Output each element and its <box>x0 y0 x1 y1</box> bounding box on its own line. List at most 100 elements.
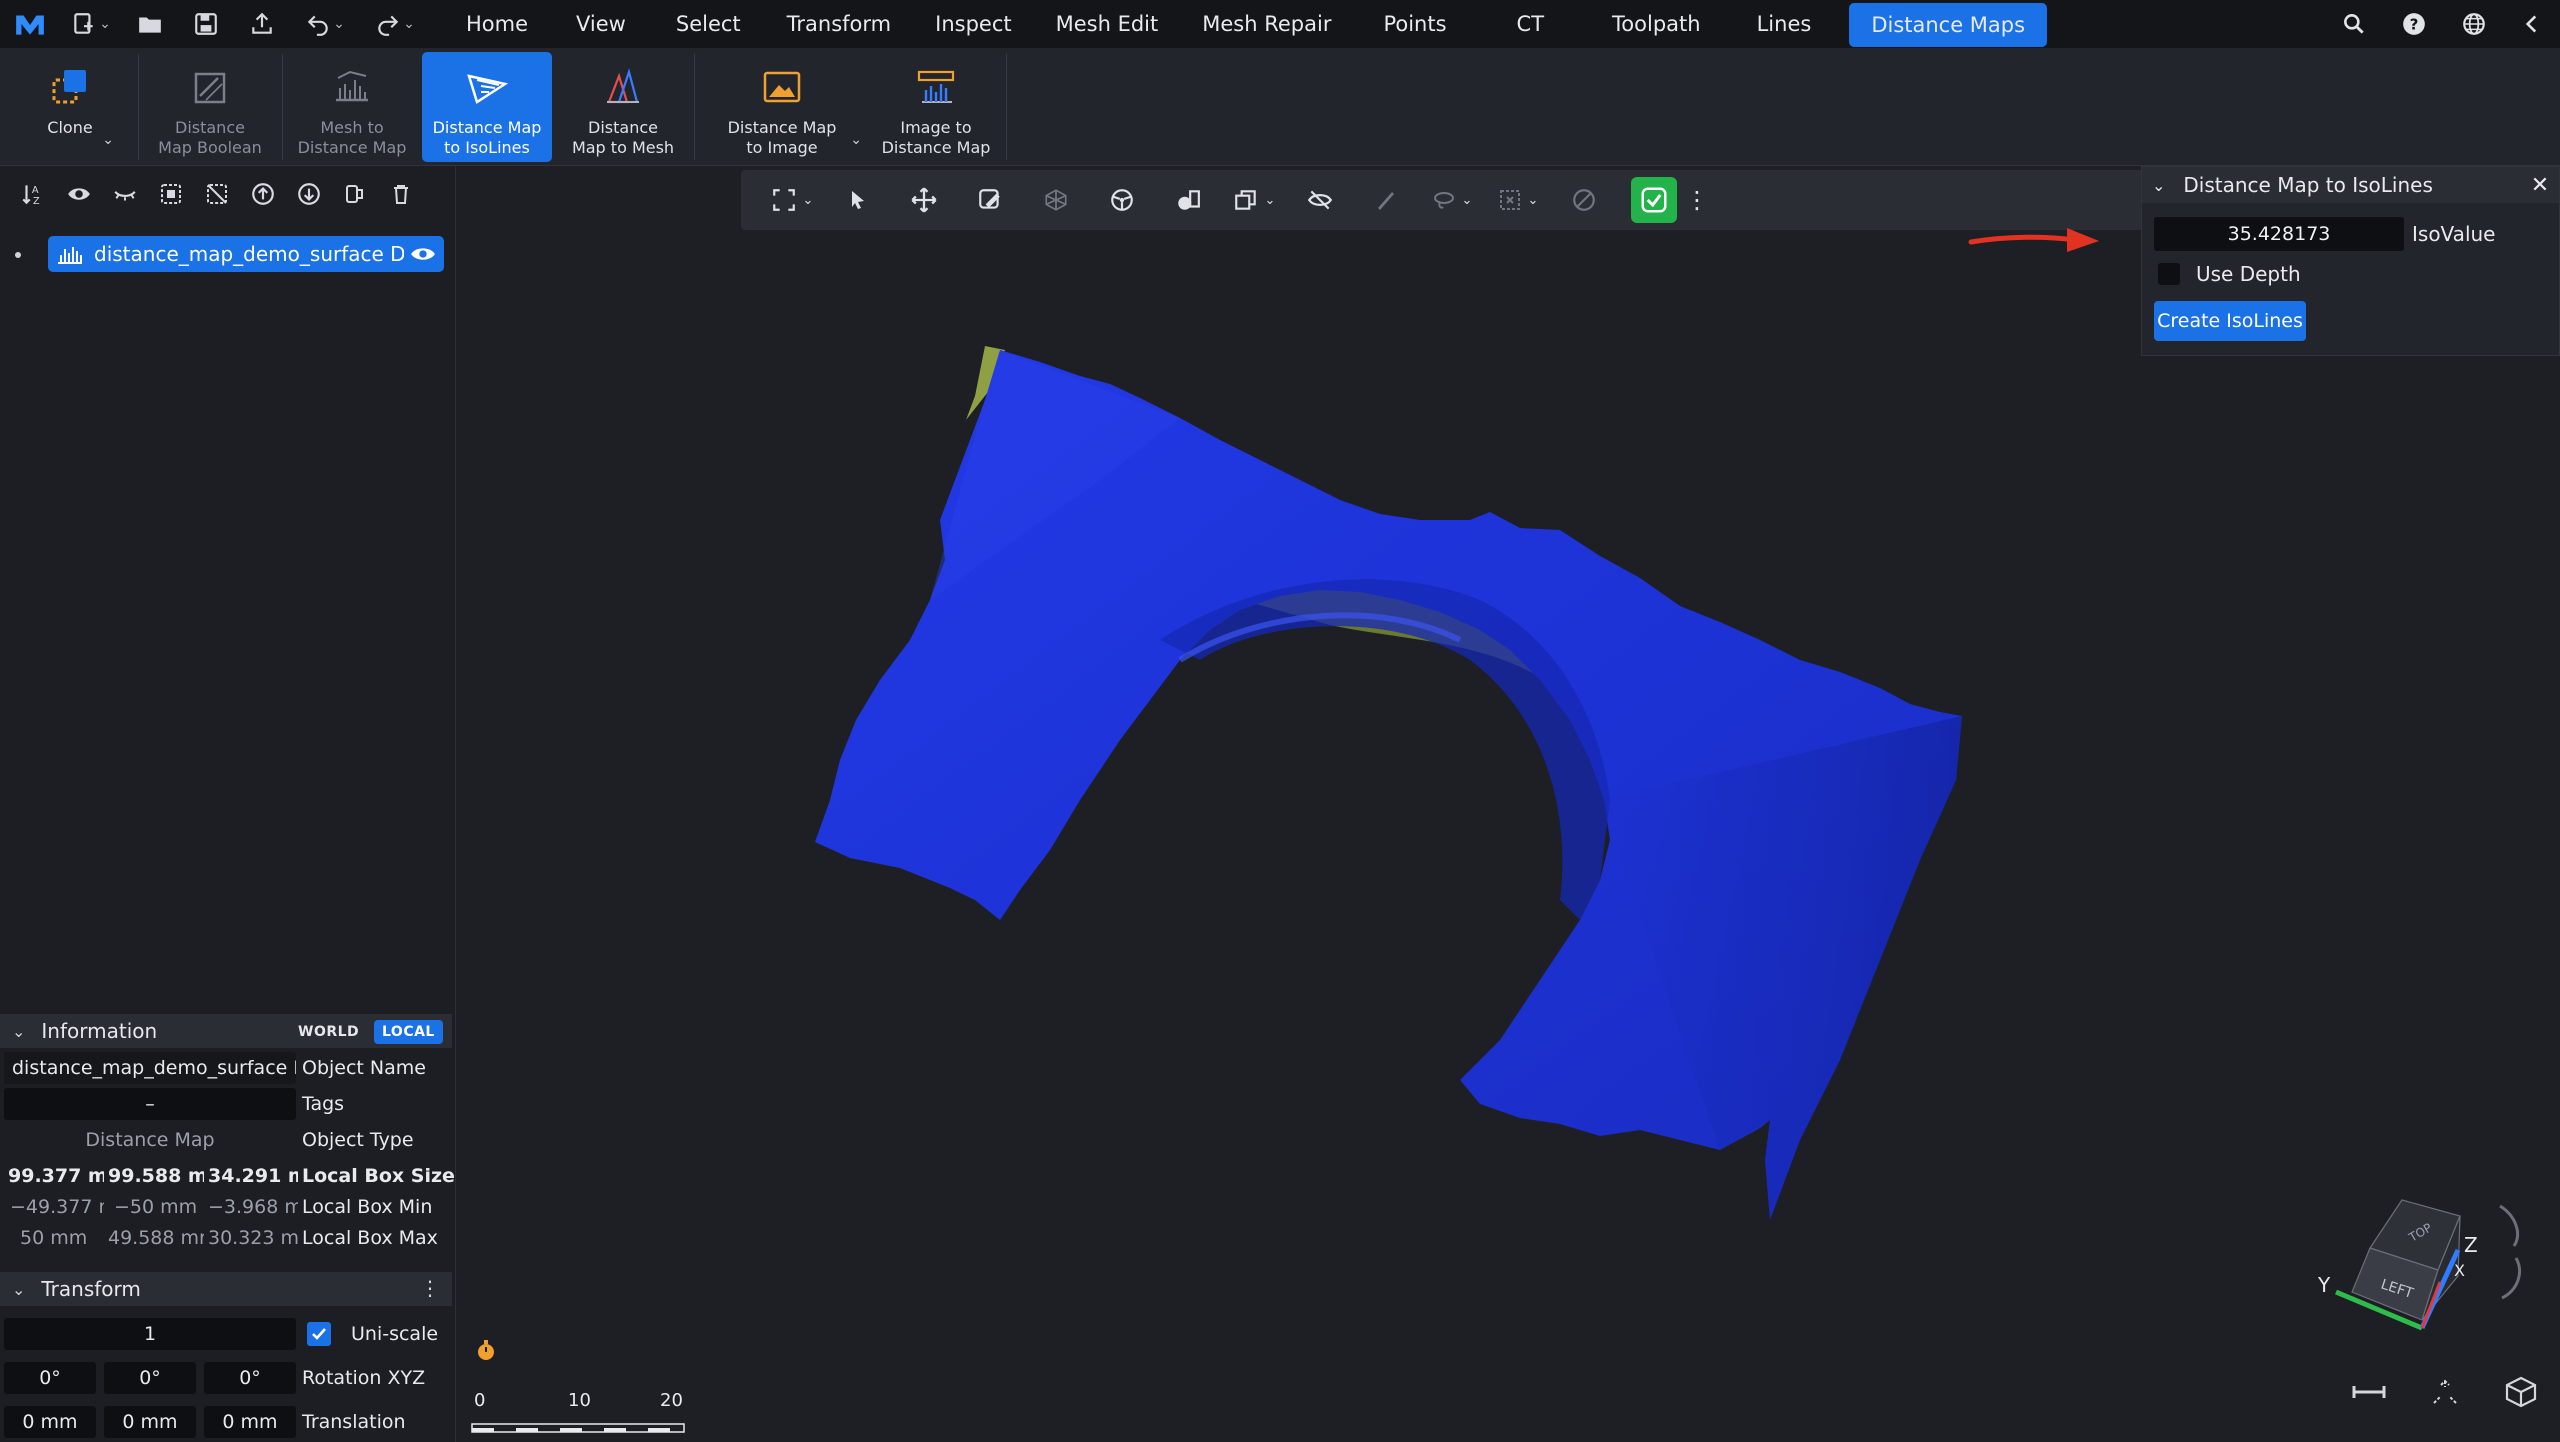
ruler-toggle-icon[interactable] <box>2352 1382 2386 1402</box>
duplicate-icon[interactable] <box>332 166 378 222</box>
use-depth-label: Use Depth <box>2196 262 2301 286</box>
ribbon-toolbar: Clone ⌄ Distance Map Boolean Mesh to Dis… <box>0 48 2560 166</box>
scene-tree-item[interactable]: distance_map_demo_surface Dist <box>48 236 444 272</box>
close-icon[interactable]: ✕ <box>2527 171 2553 199</box>
menu-right-group: ? <box>2324 0 2560 48</box>
tab-lines[interactable]: Lines <box>1729 0 1840 48</box>
new-file-icon[interactable]: ⌄ <box>60 0 122 48</box>
checkmark-icon <box>312 1328 326 1340</box>
sort-az-icon[interactable]: AZ <box>10 166 56 222</box>
save-icon[interactable] <box>178 0 234 48</box>
distance-map-to-image-icon <box>763 71 801 103</box>
rotation-x-field[interactable]: 0° <box>4 1362 96 1394</box>
delete-icon[interactable] <box>378 166 424 222</box>
redo-icon[interactable]: ⌄ <box>360 0 430 48</box>
information-section-header[interactable]: ⌄ Information WORLD LOCAL <box>0 1014 452 1048</box>
axis-y-label: Y <box>2317 1273 2331 1297</box>
distance-map-to-image-button[interactable]: Distance Map to Image ⌄ <box>714 52 862 162</box>
object-name-field[interactable]: distance_map_demo_surface D <box>4 1052 296 1084</box>
clone-button[interactable]: Clone ⌄ <box>20 52 120 162</box>
box-size-y: 99.588 mı <box>108 1165 204 1187</box>
visibility-eye-icon[interactable] <box>410 244 436 264</box>
translation-label: Translation <box>302 1411 406 1433</box>
isolines-panel-header[interactable]: ⌄ Distance Map to IsoLines <box>2142 167 2559 203</box>
object-type-value: Distance Map <box>85 1129 215 1151</box>
move-down-icon[interactable] <box>286 166 332 222</box>
3d-viewport[interactable]: ⌄ ⌄ ⌄ ⌄ ⋮ <box>457 166 2560 1442</box>
object-type-label: Object Type <box>302 1129 414 1151</box>
tags-label: Tags <box>302 1093 345 1115</box>
eye-closed-icon[interactable] <box>102 166 148 222</box>
globe-icon[interactable] <box>2444 0 2504 48</box>
eye-icon[interactable] <box>56 166 102 222</box>
distance-map-to-image-dropdown-icon[interactable]: ⌄ <box>850 130 862 150</box>
help-icon[interactable]: ? <box>2384 0 2444 48</box>
rotate-up-icon[interactable] <box>2499 1204 2519 1247</box>
uniscale-checkbox[interactable] <box>307 1322 331 1346</box>
iso-value-label: IsoValue <box>2412 222 2496 246</box>
tab-inspect[interactable]: Inspect <box>913 0 1033 48</box>
distance-map-object-icon <box>58 247 82 264</box>
tab-ct[interactable]: CT <box>1477 0 1585 48</box>
navigation-cube[interactable]: TOP LEFT Y Z X <box>2290 1180 2550 1350</box>
distance-map-boolean-button[interactable]: Distance Map Boolean <box>142 52 278 162</box>
tags-field[interactable]: – <box>4 1088 296 1120</box>
tab-distance-maps[interactable]: Distance Maps <box>1849 3 2048 47</box>
object-name-label: Object Name <box>302 1057 426 1079</box>
collapse-panel-icon[interactable] <box>2504 0 2560 48</box>
svg-text:?: ? <box>2410 15 2419 33</box>
local-toggle[interactable]: LOCAL <box>374 1020 443 1044</box>
translation-z-field[interactable]: 0 mm <box>204 1406 296 1438</box>
tab-view[interactable]: View <box>550 0 652 48</box>
box-max-y: 49.588 mr <box>108 1227 204 1249</box>
search-icon[interactable] <box>2324 0 2384 48</box>
scale-ruler: 0 10 20 <box>470 1388 690 1438</box>
translation-x-field[interactable]: 0 mm <box>4 1406 96 1438</box>
distance-map-boolean-icon <box>194 72 226 104</box>
clone-dropdown-icon[interactable]: ⌄ <box>102 130 114 150</box>
box-max-z: 30.323 mr <box>208 1227 298 1249</box>
open-folder-icon[interactable] <box>122 0 178 48</box>
create-isolines-button[interactable]: Create IsoLines <box>2154 301 2306 341</box>
tab-mesh-repair[interactable]: Mesh Repair <box>1180 0 1353 48</box>
box-size-label: Local Box Size <box>302 1165 455 1187</box>
tab-mesh-edit[interactable]: Mesh Edit <box>1034 0 1181 48</box>
export-icon[interactable] <box>234 0 290 48</box>
tab-toolpath[interactable]: Toolpath <box>1584 0 1729 48</box>
timer-icon[interactable] <box>474 1338 498 1362</box>
tab-transform[interactable]: Transform <box>765 0 913 48</box>
transform-section-header[interactable]: ⌄ Transform ⋮ <box>0 1272 452 1306</box>
rotation-y-field[interactable]: 0° <box>104 1362 196 1394</box>
home-view-icon[interactable] <box>2430 1377 2460 1407</box>
more-options-icon[interactable]: ⋮ <box>420 1276 440 1300</box>
mesh-to-distance-map-button[interactable]: Mesh to Distance Map <box>288 52 416 162</box>
world-toggle[interactable]: WORLD <box>290 1020 368 1044</box>
box-max-label: Local Box Max <box>302 1227 438 1249</box>
mesh-to-distance-map-icon <box>336 70 368 102</box>
translation-y-field[interactable]: 0 mm <box>104 1406 196 1438</box>
tab-select[interactable]: Select <box>652 0 765 48</box>
chevron-down-icon: ⌄ <box>2152 175 2166 195</box>
isolines-panel: ⌄ Distance Map to IsoLines ✕ 35.428173 I… <box>2141 166 2560 356</box>
rotate-down-icon[interactable] <box>2501 1257 2521 1300</box>
distance-map-to-mesh-button[interactable]: Distance Map to Mesh <box>558 52 688 162</box>
rotation-z-field[interactable]: 0° <box>204 1362 296 1394</box>
app-window: ⌄ ⌄ ⌄ Home View Select Transform Inspect… <box>0 0 2560 1442</box>
use-depth-checkbox[interactable] <box>2158 263 2180 285</box>
distance-map-surface[interactable] <box>457 166 2560 1442</box>
app-logo-icon[interactable] <box>0 0 60 48</box>
tab-points[interactable]: Points <box>1353 0 1476 48</box>
tab-home[interactable]: Home <box>444 0 550 48</box>
image-to-distance-map-button[interactable]: Image to Distance Map <box>870 52 1002 162</box>
deselect-icon[interactable] <box>194 166 240 222</box>
annotation-arrow-icon <box>1968 228 2099 252</box>
undo-icon[interactable]: ⌄ <box>290 0 360 48</box>
uniscale-label: Uni-scale <box>351 1323 439 1345</box>
select-all-icon[interactable] <box>148 166 194 222</box>
move-up-icon[interactable] <box>240 166 286 222</box>
perspective-cube-icon[interactable] <box>2504 1375 2538 1409</box>
distance-map-to-isolines-button[interactable]: Distance Map to IsoLines <box>422 52 552 162</box>
iso-value-input[interactable]: 35.428173 <box>2154 217 2404 251</box>
ruler-tick-10: 10 <box>568 1390 591 1411</box>
scale-field[interactable]: 1 <box>4 1318 296 1350</box>
